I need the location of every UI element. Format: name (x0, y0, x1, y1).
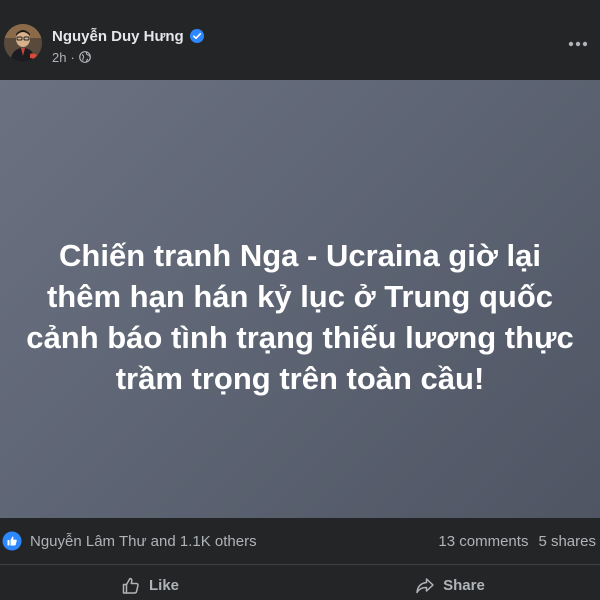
post-text-line: cảnh báo tình trạng thiếu lương thực (26, 320, 574, 355)
post-text-line: trầm trọng trên toàn cầu! (115, 361, 485, 396)
engagement-counts: 13 comments 5 shares (438, 533, 596, 550)
avatar[interactable] (4, 24, 42, 62)
share-icon (416, 577, 434, 593)
comments-count[interactable]: 13 comments (438, 533, 528, 550)
share-button[interactable]: Share (300, 565, 600, 600)
post-meta: 2h · (52, 49, 91, 65)
verified-badge-icon (189, 29, 204, 43)
globe-icon[interactable] (78, 51, 91, 63)
like-label: Like (148, 577, 179, 594)
more-options-icon (568, 41, 588, 47)
share-label: Share (443, 577, 485, 594)
post-actions: Like Share (0, 565, 600, 600)
avatar-image (4, 24, 42, 62)
like-reaction-icon[interactable] (2, 531, 22, 551)
reactors-summary[interactable]: Nguyễn Lâm Thư and 1.1K others (30, 533, 257, 550)
author-name[interactable]: Nguyễn Duy Hưng (52, 28, 184, 45)
post-text-line: thêm hạn hán kỷ lục ở Trung quốc (46, 279, 554, 314)
post-text: Chiến tranh Nga - Ucraina giờ lại thêm h… (20, 235, 580, 399)
thumbs-up-icon (122, 577, 139, 594)
reactions-bar: Nguyễn Lâm Thư and 1.1K others 13 commen… (0, 518, 600, 564)
like-button[interactable]: Like (0, 565, 300, 600)
post-timestamp[interactable]: 2h (52, 50, 66, 65)
shares-count[interactable]: 5 shares (538, 533, 596, 550)
meta-separator: · (70, 49, 75, 65)
facebook-post: Nguyễn Duy Hưng 2h · Chiến tranh Nga - U… (0, 0, 600, 600)
post-header: Nguyễn Duy Hưng 2h · (0, 0, 600, 80)
post-content-card[interactable]: Chiến tranh Nga - Ucraina giờ lại thêm h… (0, 80, 600, 518)
post-text-line: Chiến tranh Nga - Ucraina giờ lại (59, 238, 541, 273)
more-options-button[interactable] (564, 30, 592, 58)
author-row: Nguyễn Duy Hưng (52, 26, 204, 46)
